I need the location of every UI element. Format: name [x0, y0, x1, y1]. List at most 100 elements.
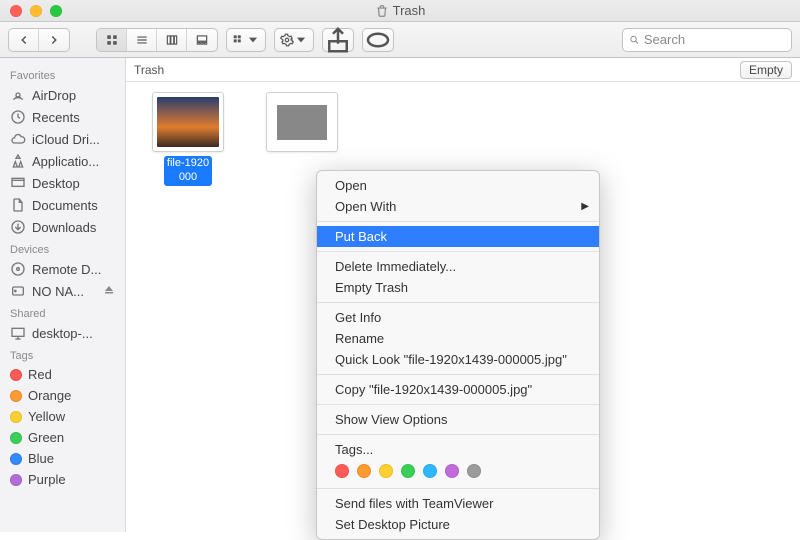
sidebar: Favorites AirDrop Recents iCloud Dri... …	[0, 58, 126, 532]
ctx-tag-gray[interactable]	[467, 464, 481, 478]
search-field[interactable]	[622, 28, 792, 52]
tag-dot-icon	[10, 369, 22, 381]
nav-group	[8, 28, 70, 52]
forward-button[interactable]	[39, 29, 69, 51]
tag-dot-icon	[10, 474, 22, 486]
ctx-label: Show View Options	[335, 412, 448, 427]
sidebar-tag-yellow[interactable]: Yellow	[0, 406, 125, 427]
tag-dot-icon	[10, 453, 22, 465]
sidebar-item-remote[interactable]: Remote D...	[0, 258, 125, 280]
tag-dot-icon	[10, 432, 22, 444]
back-button[interactable]	[9, 29, 39, 51]
sidebar-tag-purple[interactable]: Purple	[0, 469, 125, 490]
ctx-get-info[interactable]: Get Info	[317, 307, 599, 328]
sidebar-tag-green[interactable]: Green	[0, 427, 125, 448]
sidebar-item-airdrop[interactable]: AirDrop	[0, 84, 125, 106]
ctx-put-back[interactable]: Put Back	[317, 226, 599, 247]
ctx-label: Empty Trash	[335, 280, 408, 295]
icon-canvas[interactable]: file-1920000 Open Open With▶ Put Back De…	[126, 82, 800, 532]
action-menu-button[interactable]	[275, 29, 313, 51]
sidebar-tag-blue[interactable]: Blue	[0, 448, 125, 469]
zoom-window-button[interactable]	[50, 5, 62, 17]
sidebar-item-label: Red	[28, 367, 52, 382]
ctx-tag-orange[interactable]	[357, 464, 371, 478]
list-view-button[interactable]	[127, 29, 157, 51]
search-icon	[629, 34, 640, 46]
sidebar-item-label: desktop-...	[32, 326, 93, 341]
empty-trash-button[interactable]: Empty	[740, 61, 792, 79]
view-mode-group	[96, 28, 218, 52]
sidebar-item-desktop[interactable]: Desktop	[0, 172, 125, 194]
ctx-tag-purple[interactable]	[445, 464, 459, 478]
ctx-empty-trash[interactable]: Empty Trash	[317, 277, 599, 298]
sidebar-item-documents[interactable]: Documents	[0, 194, 125, 216]
cloud-icon	[10, 131, 26, 147]
sidebar-item-icloud[interactable]: iCloud Dri...	[0, 128, 125, 150]
remote-disc-icon	[10, 261, 26, 277]
sidebar-item-label: Purple	[28, 472, 66, 487]
ctx-tag-green[interactable]	[401, 464, 415, 478]
sidebar-section-devices: Devices	[0, 238, 125, 258]
documents-icon	[10, 197, 26, 213]
file-name: file-1920000	[164, 156, 212, 186]
ctx-open[interactable]: Open	[317, 175, 599, 196]
tag-dot-icon	[10, 411, 22, 423]
sidebar-item-label: Recents	[32, 110, 80, 125]
sidebar-item-downloads[interactable]: Downloads	[0, 216, 125, 238]
ctx-send-teamviewer[interactable]: Send files with TeamViewer	[317, 493, 599, 514]
sidebar-item-shared-desktop[interactable]: desktop-...	[0, 322, 125, 344]
sidebar-item-applications[interactable]: Applicatio...	[0, 150, 125, 172]
window-title: Trash	[0, 3, 800, 18]
eject-icon[interactable]	[103, 284, 115, 299]
column-view-button[interactable]	[157, 29, 187, 51]
arrange-group	[226, 28, 266, 52]
ctx-rename[interactable]: Rename	[317, 328, 599, 349]
sidebar-item-label: NO NA...	[32, 284, 84, 299]
tags-button[interactable]	[362, 28, 394, 52]
airdrop-icon	[10, 87, 26, 103]
sidebar-tag-orange[interactable]: Orange	[0, 385, 125, 406]
sidebar-item-label: Remote D...	[32, 262, 101, 277]
ctx-tag-yellow[interactable]	[379, 464, 393, 478]
ctx-separator	[317, 251, 599, 252]
ctx-label: Get Info	[335, 310, 381, 325]
ctx-label: Rename	[335, 331, 384, 346]
sidebar-item-label: Orange	[28, 388, 71, 403]
ctx-show-view-options[interactable]: Show View Options	[317, 409, 599, 430]
ctx-label: Open With	[335, 199, 396, 214]
share-button[interactable]	[322, 28, 354, 52]
ctx-tag-blue[interactable]	[423, 464, 437, 478]
close-window-button[interactable]	[10, 5, 22, 17]
sidebar-tag-red[interactable]: Red	[0, 364, 125, 385]
ctx-open-with[interactable]: Open With▶	[317, 196, 599, 217]
icon-view-button[interactable]	[97, 29, 127, 51]
ctx-quick-look[interactable]: Quick Look "file-1920x1439-000005.jpg"	[317, 349, 599, 370]
ctx-separator	[317, 488, 599, 489]
sidebar-item-label: Applicatio...	[32, 154, 99, 169]
sidebar-item-disk[interactable]: NO NA...	[0, 280, 125, 302]
file-item[interactable]: file-1920000	[138, 92, 238, 186]
window-title-text: Trash	[393, 3, 426, 18]
group-by-button[interactable]	[227, 29, 265, 51]
ctx-copy[interactable]: Copy "file-1920x1439-000005.jpg"	[317, 379, 599, 400]
file-item[interactable]	[252, 92, 352, 156]
ctx-separator	[317, 404, 599, 405]
search-input[interactable]	[644, 32, 785, 47]
ctx-tags[interactable]: Tags...	[317, 439, 599, 460]
file-thumbnail	[152, 92, 224, 152]
sidebar-item-label: Yellow	[28, 409, 65, 424]
ctx-delete-immediately[interactable]: Delete Immediately...	[317, 256, 599, 277]
sidebar-item-label: Blue	[28, 451, 54, 466]
trash-icon	[375, 4, 389, 18]
sidebar-section-shared: Shared	[0, 302, 125, 322]
sidebar-item-recents[interactable]: Recents	[0, 106, 125, 128]
ctx-label: Open	[335, 178, 367, 193]
monitor-icon	[10, 325, 26, 341]
ctx-label: Delete Immediately...	[335, 259, 456, 274]
ctx-tag-red[interactable]	[335, 464, 349, 478]
sidebar-item-label: AirDrop	[32, 88, 76, 103]
gallery-view-button[interactable]	[187, 29, 217, 51]
location-label: Trash	[134, 63, 164, 77]
minimize-window-button[interactable]	[30, 5, 42, 17]
ctx-label: Send files with TeamViewer	[335, 496, 494, 511]
